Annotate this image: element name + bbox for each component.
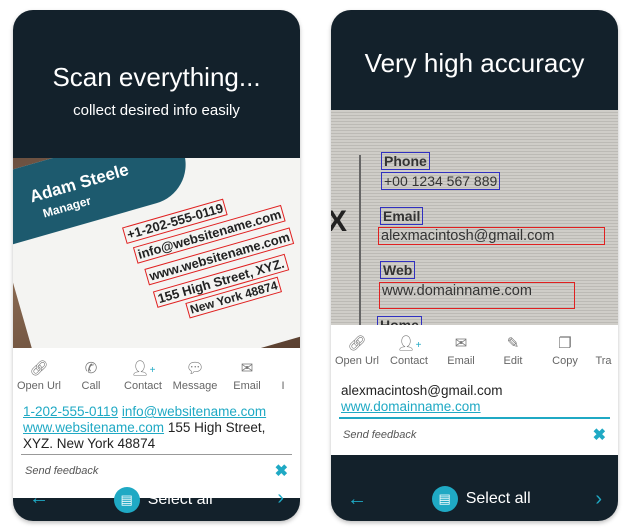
action-bar: 🔗︎ Open Url ✆ Call 👤︎+ Contact 💬︎ Message ✉ E…: [13, 348, 300, 404]
action-label: Tra: [595, 355, 612, 367]
copy-button[interactable]: ❐ Copy: [539, 333, 591, 377]
phone-link[interactable]: 1-202-555-0119: [23, 404, 118, 419]
action-label: Contact: [124, 380, 162, 392]
detected-text-box: Web: [380, 261, 416, 279]
more-action-button[interactable]: I: [273, 358, 293, 404]
copy-icon: ❐: [558, 335, 572, 352]
screen-title: Very high accuracy: [364, 48, 585, 78]
address-text: XYZ. New York 48874: [23, 436, 156, 451]
address-text: 155 High Street,: [164, 420, 266, 435]
action-label: Contact: [390, 355, 428, 367]
email-text: alexmacintosh@gmail.com: [341, 383, 503, 398]
detected-text-box: Phone: [381, 152, 430, 170]
web-link[interactable]: www.websitename.com: [23, 420, 164, 435]
screen-title: Scan everything...: [52, 62, 261, 92]
recognized-text[interactable]: 1-202-555-0119 info@websitename.com www.…: [13, 404, 300, 452]
action-label: Email: [233, 380, 261, 392]
result-panel: 🔗︎ Open Url ✆ Call 👤︎+ Contact 💬︎ Message ✉ E…: [13, 348, 300, 498]
next-arrow-icon[interactable]: ›: [277, 487, 284, 510]
add-contact-icon: 👤︎+: [396, 335, 422, 352]
email-button[interactable]: ✉ Email: [435, 333, 487, 377]
action-bar: 🔗︎ Open Url 👤︎+ Contact ✉ Email ✎ Edit ❐ Copy…: [331, 325, 618, 377]
contact-button[interactable]: 👤︎+ Contact: [383, 333, 435, 377]
action-label: Message: [172, 380, 218, 392]
phone-screen-scan: Scan everything... collect desired info …: [13, 10, 300, 521]
detected-text-box: Home: [377, 316, 422, 325]
close-icon[interactable]: ✖: [275, 461, 288, 481]
send-feedback-link[interactable]: Send feedback: [343, 429, 416, 441]
open-url-button[interactable]: 🔗︎ Open Url: [331, 333, 383, 377]
link-icon: 🔗︎: [29, 360, 49, 377]
sms-icon: 💬︎: [185, 360, 205, 377]
result-panel: 🔗︎ Open Url 👤︎+ Contact ✉ Email ✎ Edit ❐ Copy…: [331, 325, 618, 455]
send-feedback-link[interactable]: Send feedback: [25, 465, 98, 477]
call-button[interactable]: ✆ Call: [65, 358, 117, 404]
detected-text-box: www.domainname.com: [379, 282, 575, 309]
back-arrow-icon[interactable]: ←: [29, 487, 49, 510]
email-icon: ✉: [454, 335, 468, 352]
contact-button[interactable]: 👤︎+ Contact: [117, 358, 169, 404]
email-button[interactable]: ✉ Email: [221, 358, 273, 404]
select-all-button[interactable]: ▤ Select all: [431, 486, 531, 512]
action-label: Email: [447, 355, 475, 367]
web-link[interactable]: www.domainname.com: [341, 399, 481, 414]
email-link[interactable]: info@websitename.com: [122, 404, 266, 419]
action-label: Open Url: [16, 380, 62, 392]
edit-button[interactable]: ✎ Edit: [487, 333, 539, 377]
bottom-bar: ← ▤ Select all ›: [331, 477, 618, 521]
detected-text-box: +00 1234 567 889: [381, 172, 501, 190]
next-arrow-icon[interactable]: ›: [595, 488, 602, 511]
select-all-label: Select all: [465, 490, 531, 507]
detected-text-box: alexmacintosh@gmail.com: [378, 227, 605, 245]
detected-text-box: Email: [380, 207, 424, 225]
document-icon: ▤: [113, 487, 140, 513]
open-url-button[interactable]: 🔗︎ Open Url: [13, 358, 65, 404]
scanned-card-photo: X Phone +00 1234 567 889 Email alexmacin…: [331, 110, 618, 325]
add-contact-icon: 👤︎+: [130, 360, 156, 377]
scanned-card-photo: Adam Steele Manager +1-202-555-0119 info…: [13, 158, 300, 348]
close-icon[interactable]: ✖: [593, 425, 606, 445]
action-label: I: [281, 380, 285, 392]
phone-screen-accuracy: Very high accuracy X Phone +00 1234 567 …: [331, 10, 618, 521]
message-button[interactable]: 💬︎ Message: [169, 358, 221, 404]
email-icon: ✉: [240, 360, 254, 377]
link-icon: 🔗︎: [347, 335, 367, 352]
bottom-bar: ← ▤ Select all ›: [13, 487, 300, 521]
edit-icon: ✎: [506, 335, 520, 352]
action-label: Copy: [552, 355, 578, 367]
translate-button[interactable]: Tra: [591, 333, 616, 377]
recognized-text[interactable]: alexmacintosh@gmail.com www.domainname.c…: [331, 377, 618, 415]
select-all-label: Select all: [147, 491, 213, 508]
back-arrow-icon[interactable]: ←: [347, 488, 367, 511]
screen-subtitle: collect desired info easily: [73, 102, 240, 119]
document-icon: ▤: [431, 486, 458, 512]
action-label: Open Url: [334, 355, 380, 367]
select-all-button[interactable]: ▤ Select all: [113, 487, 213, 513]
action-label: Call: [81, 380, 101, 392]
action-label: Edit: [503, 355, 523, 367]
phone-icon: ✆: [84, 360, 98, 377]
